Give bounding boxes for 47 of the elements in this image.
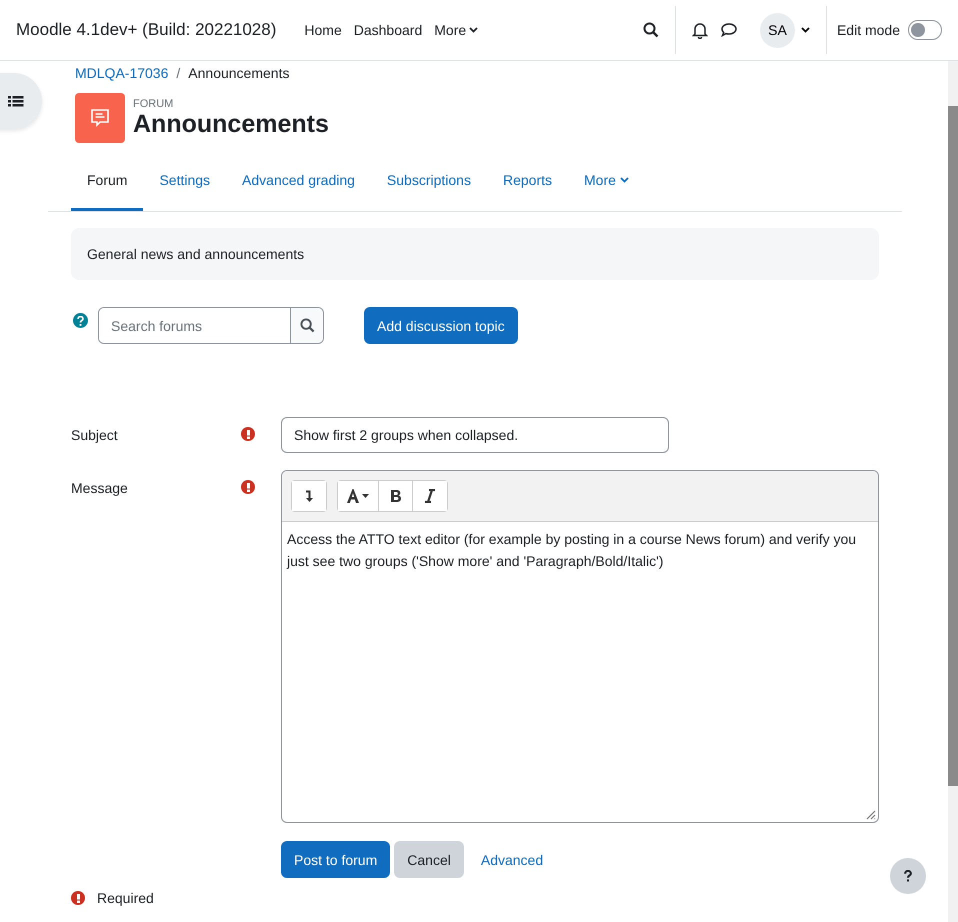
- tab[interactable]: More: [568, 155, 645, 211]
- arrow-down-icon: [305, 490, 313, 502]
- bold-icon: [390, 489, 402, 503]
- tab[interactable]: Subscriptions: [370, 155, 487, 211]
- help-icon[interactable]: [73, 313, 88, 328]
- search-button[interactable]: [290, 308, 323, 343]
- question-icon: [904, 870, 912, 882]
- paragraph-style-button[interactable]: [338, 481, 379, 511]
- user-avatar: SA: [760, 12, 795, 48]
- nav-link[interactable]: More: [428, 22, 484, 38]
- caret-icon: [800, 27, 810, 33]
- tab[interactable]: Advanced grading: [226, 155, 371, 211]
- help-button[interactable]: [890, 858, 926, 894]
- message-text[interactable]: Access the ATTO text editor (for example by posting in a course News forum) and verify you just see two groups ('Show more' and 'Paragraph/Bold/Italic'): [282, 522, 878, 822]
- tab[interactable]: Forum: [71, 155, 144, 211]
- cancel-button[interactable]: Cancel: [394, 841, 464, 878]
- nav-link[interactable]: Home: [298, 22, 348, 38]
- tab[interactable]: Reports: [486, 155, 568, 211]
- search-field[interactable]: Search forums: [98, 307, 324, 344]
- scrollbar-thumb[interactable]: [948, 106, 958, 786]
- breadcrumb-separator: /: [176, 65, 180, 81]
- activity-type: FORUM: [133, 98, 174, 110]
- current-page-title: Announcements: [188, 65, 290, 81]
- add-discussion-button[interactable]: Add discussion topic: [364, 307, 518, 344]
- subject-field[interactable]: Show first 2 groups when collapsed.: [281, 417, 669, 453]
- field-label: Subject: [71, 426, 119, 445]
- page-title: Announcements: [133, 110, 329, 138]
- breadcrumb-link[interactable]: MDLQA-17036: [75, 65, 168, 81]
- required-icon: [71, 891, 85, 905]
- drawer-toggle[interactable]: [0, 73, 42, 129]
- italic-icon: [425, 489, 435, 503]
- tab[interactable]: Settings: [143, 155, 226, 211]
- forum-icon: [75, 93, 125, 143]
- search-icon: [300, 318, 314, 333]
- required-note: Required: [97, 890, 154, 906]
- resize-grip-icon[interactable]: [864, 808, 876, 820]
- nav-link[interactable]: Dashboard: [348, 22, 428, 38]
- advanced-link[interactable]: Advanced: [468, 852, 556, 868]
- forum-description: General news and announcements: [71, 228, 879, 280]
- edit-mode-switch[interactable]: [908, 20, 942, 40]
- field-label: Message: [71, 479, 129, 498]
- user-menu[interactable]: SA: [754, 12, 816, 48]
- edit-mode-label: Edit mode: [836, 22, 900, 38]
- post-button[interactable]: Post to forum: [281, 841, 390, 878]
- font-icon: [346, 489, 370, 503]
- site-name[interactable]: Moodle 4.1dev+ (Build: 20221028): [16, 20, 276, 40]
- list-icon: [8, 94, 24, 108]
